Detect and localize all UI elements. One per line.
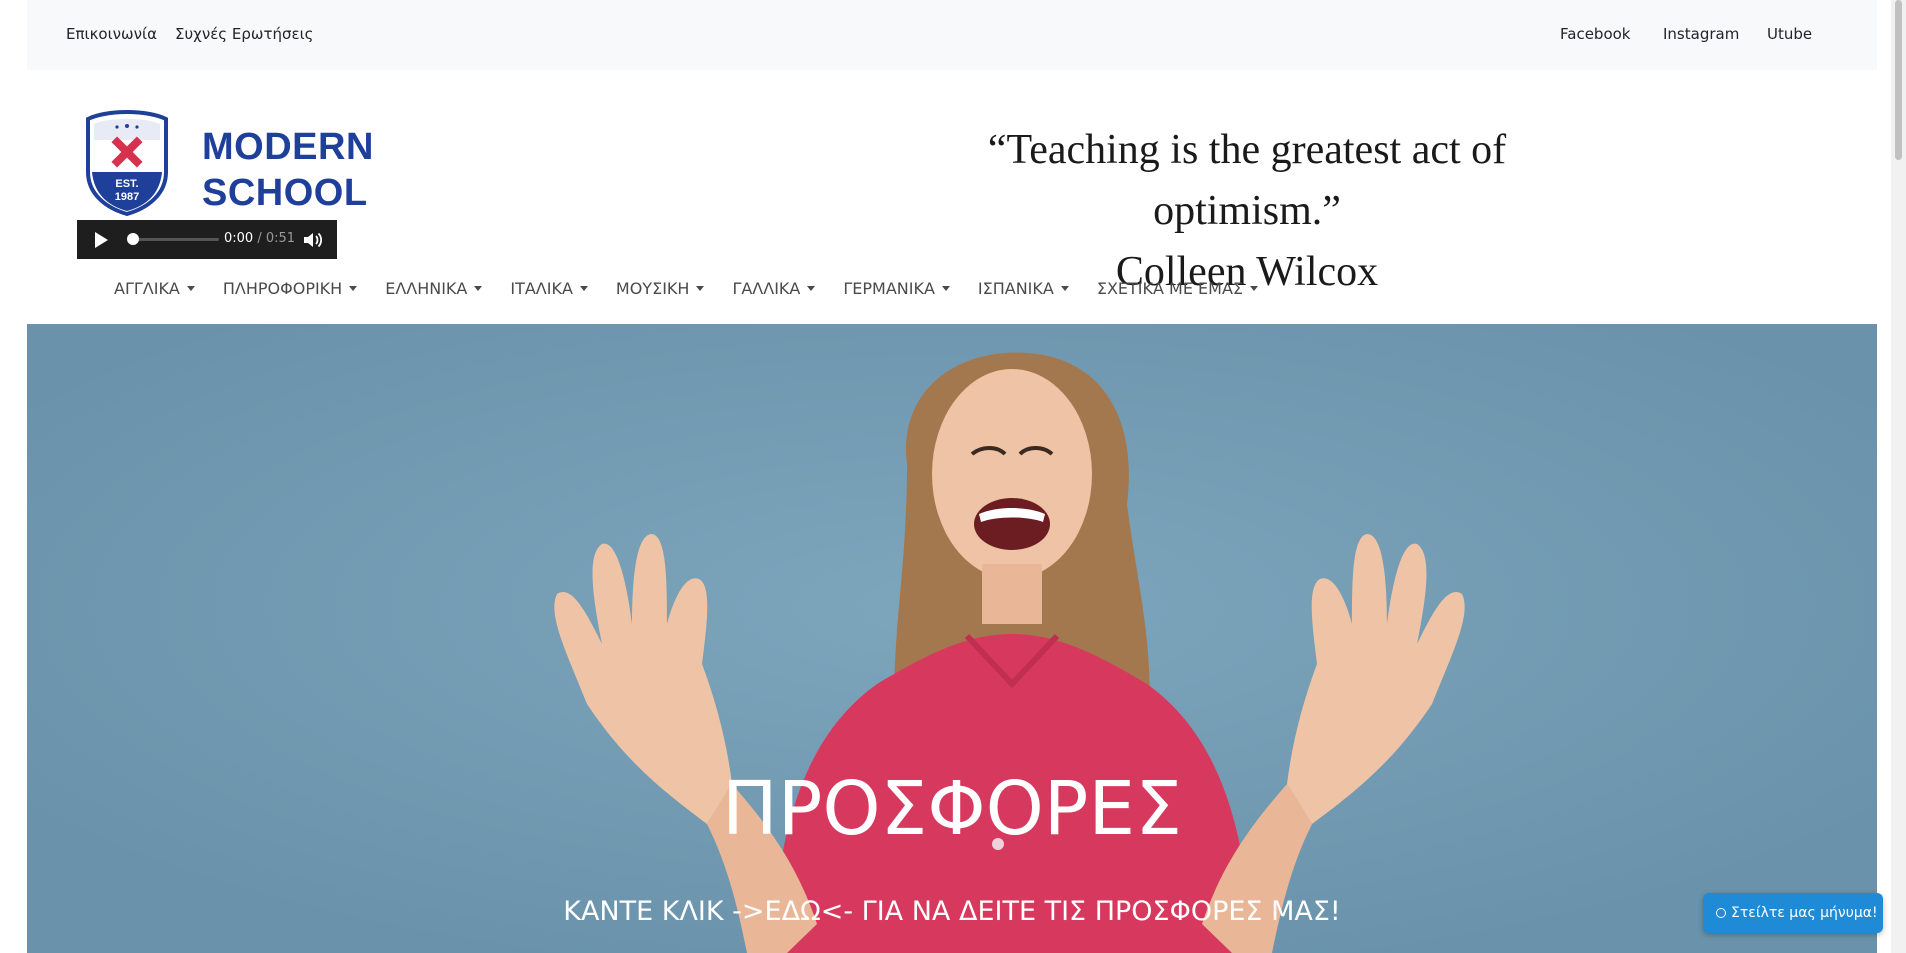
instagram-link[interactable]: Instagram [1663,25,1739,43]
hero-photo-woman-cheering [27,324,1877,953]
hero-title: ΠΡΟΣΦΟΡΕΣ [722,766,1182,852]
site-logo[interactable]: EST. 1987 MODERN SCHOOL [62,110,373,220]
logo-badge-text: EST. 1987 [86,178,168,204]
nav-german[interactable]: ΓΕΡΜΑΝΙΚΑ [843,276,950,300]
caret-down-icon [1060,285,1069,291]
nav-label: ΓΕΡΜΑΝΙΚΑ [843,278,935,298]
caret-down-icon [474,285,483,291]
audio-time: 0:00 / 0:51 [224,231,296,246]
chat-message-button[interactable]: Στείλτε μας μήνυμα! [1703,893,1883,933]
contact-link[interactable]: Επικοινωνία [66,25,157,43]
top-bar: Επικοινωνία Συχνές Ερωτήσεις Facebook In… [27,0,1877,70]
nav-label: ΙΣΠΑΝΙΚΑ [977,278,1054,298]
nav-music[interactable]: ΜΟΥΣΙΚΗ [616,276,705,300]
nav-english[interactable]: ΑΓΓΛΙΚΑ [114,276,195,300]
logo-text: MODERN SCHOOL [202,124,374,216]
play-icon[interactable] [95,232,108,248]
nav-label: ΕΛΛΗΝΙΚΑ [385,278,468,298]
caret-down-icon [349,285,358,291]
chat-label: Στείλτε μας μήνυμα! [1731,905,1878,921]
nav-label: ΙΤΑΛΙΚΑ [510,278,573,298]
nav-label: ΑΓΓΛΙΚΑ [114,278,180,298]
faq-link[interactable]: Συχνές Ερωτήσεις [175,25,313,43]
quote-text: “Teaching is the greatest act of optimis… [987,127,1507,234]
logo-text-school: SCHOOL [202,172,368,214]
nav-label: ΓΑΛΛΙΚΑ [732,278,801,298]
page-scrollbar[interactable] [1891,0,1906,953]
nav-french[interactable]: ΓΑΛΛΙΚΑ [732,276,816,300]
caret-down-icon [807,285,816,291]
caret-down-icon [696,285,705,291]
caret-down-icon [186,285,195,291]
volume-icon[interactable] [302,230,324,250]
nav-label: ΣΧΕΤΙΚΑ ΜΕ ΕΜΑΣ [1096,278,1243,298]
scrollbar-thumb[interactable] [1895,0,1902,160]
nav-greek[interactable]: ΕΛΛΗΝΙΚΑ [385,276,483,300]
nav-about-us[interactable]: ΣΧΕΤΙΚΑ ΜΕ ΕΜΑΣ [1097,276,1258,300]
logo-text-modern: MODERN [202,126,374,168]
badge-year: 1987 [114,191,140,203]
page: Επικοινωνία Συχνές Ερωτήσεις Facebook In… [27,0,1877,953]
chat-bubble-icon [1716,908,1726,918]
caret-down-icon [941,285,950,291]
nav-label: ΜΟΥΣΙΚΗ [615,278,690,298]
hero-offers-link[interactable]: ΚΑΝΤΕ ΚΛΙΚ ->ΕΔΩ<- ΓΙΑ ΝΑ ΔΕΙΤΕ ΤΙΣ ΠΡΟΣ… [27,894,1877,930]
facebook-link[interactable]: Facebook [1560,25,1630,43]
main-nav: ΑΓΓΛΙΚΑ ΠΛΗΡΟΦΟΡΙΚΗ ΕΛΛΗΝΙΚΑ ΙΤΑΛΙΚΑ ΜΟΥ… [114,276,1286,300]
nav-label: ΠΛΗΡΟΦΟΡΙΚΗ [222,278,343,298]
audio-current-time: 0:00 [224,231,254,246]
audio-duration: 0:51 [265,231,296,246]
audio-seek-bar[interactable] [131,238,219,241]
utube-link[interactable]: Utube [1767,25,1812,43]
hero-banner: ΠΡΟΣΦΟΡΕΣ ΚΑΝΤΕ ΚΛΙΚ ->ΕΔΩ<- ΓΙΑ ΝΑ ΔΕΙΤ… [27,324,1877,953]
nav-italian[interactable]: ΙΤΑΛΙΚΑ [510,276,588,300]
nav-informatics[interactable]: ΠΛΗΡΟΦΟΡΙΚΗ [222,276,358,300]
caret-down-icon [579,285,588,291]
audio-seek-handle[interactable] [127,233,139,245]
caret-down-icon [1250,285,1258,291]
badge-est: EST. [115,178,139,190]
audio-player: 0:00 / 0:51 [77,220,337,259]
nav-spanish[interactable]: ΙΣΠΑΝΙΚΑ [978,276,1069,300]
